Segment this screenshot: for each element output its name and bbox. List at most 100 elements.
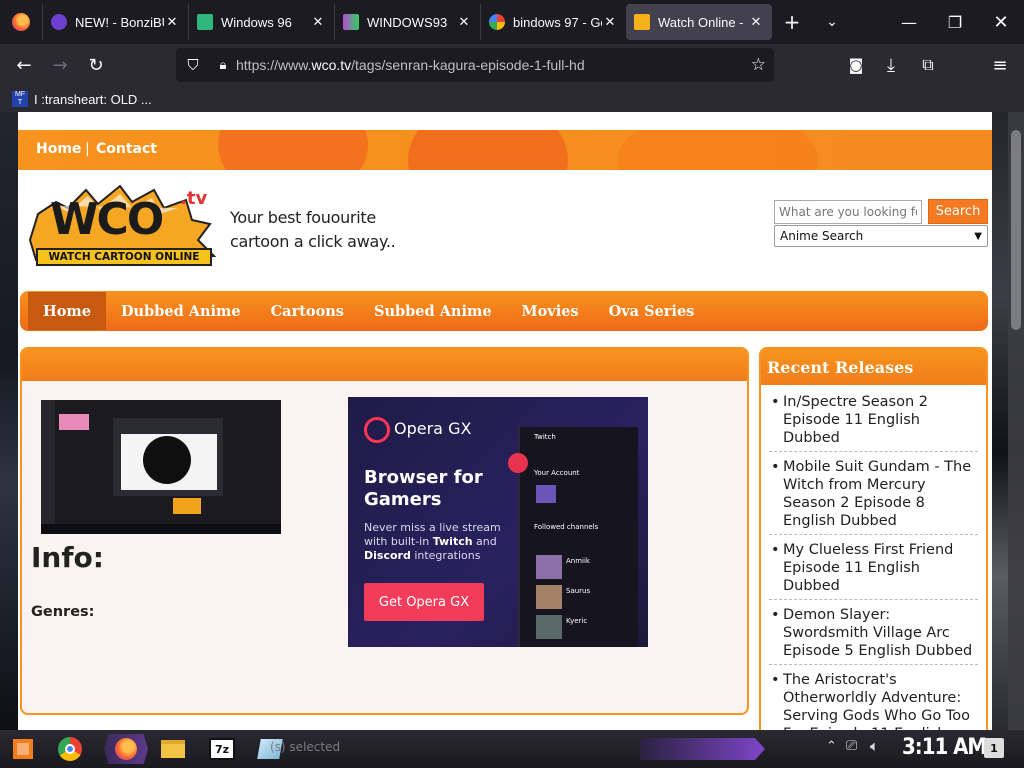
firefox-menu-icon[interactable] [0, 0, 42, 44]
nav-subbed-anime[interactable]: Subbed Anime [359, 292, 507, 330]
extensions-icon[interactable]: ⧉ [910, 47, 946, 83]
navigation-toolbar: ← → ↻ ⛉ 🔒︎ https://www. wco.tv/tags/senra… [0, 44, 1024, 86]
tagline-line: Your best fouourite [230, 208, 376, 227]
panel-title: Twitch [534, 433, 556, 441]
restore-button[interactable]: ❐ [932, 0, 978, 44]
opera-logo-icon [364, 417, 390, 443]
ad-body-text: and [472, 535, 497, 548]
minimize-button[interactable]: — [886, 0, 932, 44]
pocket-icon[interactable]: ◙ [838, 47, 874, 83]
notification-icon[interactable]: 1 [984, 738, 1004, 758]
bonzi-icon [51, 14, 67, 30]
channel-avatar [536, 615, 562, 639]
forward-icon[interactable]: → [42, 47, 78, 83]
close-icon[interactable]: ✕ [456, 15, 472, 30]
release-link[interactable]: In/Spectre Season 2 Episode 11 English D… [769, 393, 978, 452]
list-all-tabs-icon[interactable]: ⌄ [812, 0, 852, 44]
logo-banner: WATCH CARTOON ONLINE [36, 248, 212, 266]
lock-icon[interactable]: 🔒︎ [210, 57, 236, 73]
close-window-button[interactable]: ✕ [978, 0, 1024, 44]
chevron-down-icon: ▼ [974, 230, 982, 242]
volume-icon[interactable]: 🔈︎ [870, 737, 879, 755]
downloads-icon[interactable]: ⤓ [873, 47, 909, 83]
genres-label: Genres: [31, 604, 95, 620]
release-link[interactable]: Demon Slayer: Swordsmith Village Arc Epi… [769, 606, 978, 665]
bookmark-star-icon[interactable]: ☆ [751, 55, 766, 75]
logo-text: WCO [50, 194, 164, 245]
channel-name: Anmiik [566, 557, 590, 565]
tab-watch-online[interactable]: Watch Online - ✕ [626, 4, 772, 40]
close-icon[interactable]: ✕ [748, 15, 764, 30]
page-scrollbar[interactable] [1008, 112, 1024, 730]
tab-windows96[interactable]: Windows 96 ✕ [188, 4, 334, 40]
notification-count: 1 [990, 741, 998, 755]
search-type-value: Anime Search [780, 229, 864, 243]
info-heading: Info: [31, 541, 104, 574]
video-thumbnail[interactable] [41, 400, 281, 534]
chevron-up-icon[interactable]: ⌃ [826, 739, 837, 754]
new-tab-button[interactable]: + [772, 0, 812, 44]
recent-releases-panel: Recent Releases In/Spectre Season 2 Epis… [759, 347, 988, 730]
opera-gx-ad[interactable]: Opera GX Browser for Gamers Never miss a… [348, 397, 648, 647]
bookmark-item[interactable]: I :transheart: OLD ... [34, 92, 152, 107]
7zip-icon[interactable]: 7z [207, 734, 237, 764]
close-icon[interactable]: ✕ [310, 15, 326, 30]
tab-bonzibuddy[interactable]: NEW! - BonziBUDDY ✕ [42, 4, 188, 40]
nav-ova-series[interactable]: Ova Series [594, 292, 710, 330]
taskbar-accent [640, 738, 765, 760]
recent-releases-title: Recent Releases [761, 349, 986, 385]
windows93-icon [343, 14, 359, 30]
ad-body-text: integrations [410, 549, 481, 562]
url-bar[interactable]: ⛉ 🔒︎ https://www. wco.tv/tags/senran-kagu… [176, 48, 774, 82]
firefox-taskbar-icon[interactable] [104, 734, 148, 764]
wco-icon [634, 14, 650, 30]
nav-movies[interactable]: Movies [507, 292, 594, 330]
network-icon[interactable]: ⎚ [846, 738, 857, 754]
ad-headline-line: Gamers [364, 489, 442, 510]
reload-icon[interactable]: ↻ [78, 47, 114, 83]
ad-headline: Browser for Gamers [364, 467, 483, 511]
chrome-icon[interactable] [55, 734, 85, 764]
close-icon[interactable]: ✕ [602, 15, 618, 30]
top-link-separator: | [85, 141, 90, 157]
google-icon [489, 14, 505, 30]
panel-channels: Followed channels [534, 523, 599, 531]
web-page: Home | Contact WCO .tv WATCH CARTOON ONL… [18, 112, 992, 730]
top-link-home[interactable]: Home [36, 141, 81, 157]
get-opera-gx-button[interactable]: Get Opera GX [364, 583, 484, 621]
top-link-contact[interactable]: Contact [96, 141, 157, 157]
top-strip: Home | Contact [18, 130, 992, 170]
url-prefix: https://www. [236, 57, 312, 73]
close-icon[interactable]: ✕ [164, 15, 180, 30]
logo-tv: .tv [180, 188, 208, 209]
release-link[interactable]: Mobile Suit Gundam - The Witch from Merc… [769, 458, 978, 535]
clock[interactable]: 3:11 AM [902, 735, 987, 760]
tagline-line: cartoon a click away.. [230, 232, 396, 251]
tab-title: WINDOWS93 [367, 14, 448, 30]
channel-name: Saurus [566, 587, 591, 595]
nav-cartoons[interactable]: Cartoons [256, 292, 359, 330]
search-input[interactable] [774, 200, 922, 224]
url-domain: wco.tv [311, 57, 352, 73]
ad-headline-line: Browser for [364, 467, 483, 488]
ad-twitch-panel: Twitch Your Account Followed channels An… [508, 427, 638, 647]
release-link[interactable]: My Clueless First Friend Episode 11 Engl… [769, 541, 978, 600]
wco-logo[interactable]: WCO .tv WATCH CARTOON ONLINE [28, 184, 217, 276]
nav-home[interactable]: Home [28, 292, 106, 330]
menu-icon[interactable]: ≡ [982, 47, 1018, 83]
scrollbar-thumb[interactable] [1011, 130, 1021, 330]
tab-windows93[interactable]: WINDOWS93 ✕ [334, 4, 480, 40]
search-button[interactable]: Search [928, 199, 988, 224]
release-link[interactable]: The Aristocrat's Otherworldly Adventure:… [769, 671, 978, 730]
file-explorer-icon[interactable] [158, 734, 188, 764]
twitch-icon [508, 453, 528, 473]
nav-dubbed-anime[interactable]: Dubbed Anime [106, 292, 256, 330]
panel-account: Your Account [534, 469, 580, 477]
ad-brand: Opera GX [394, 419, 472, 438]
shield-icon[interactable]: ⛉ [176, 57, 210, 74]
start-button[interactable] [8, 734, 38, 764]
content-header [22, 349, 747, 381]
back-icon[interactable]: ← [6, 47, 42, 83]
search-type-select[interactable]: Anime Search ▼ [774, 225, 988, 247]
tab-bindows-google[interactable]: bindows 97 - Google ✕ [480, 4, 626, 40]
